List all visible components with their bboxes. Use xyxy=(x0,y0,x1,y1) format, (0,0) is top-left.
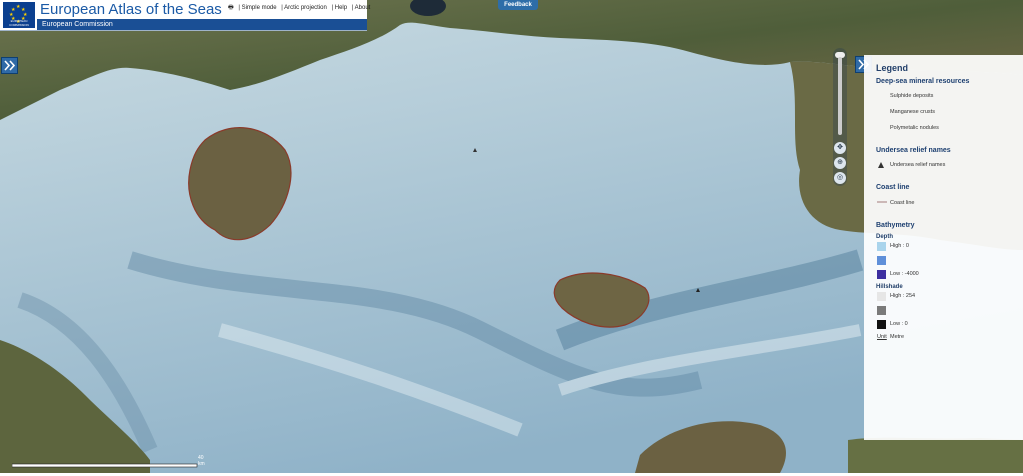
depth-low-label: Low : -4000 xyxy=(890,271,919,277)
hillshade-high-label: High : 254 xyxy=(890,293,916,299)
header-subtitle-bar: European Commission xyxy=(37,19,367,30)
legend-item-coast: Coast line xyxy=(890,200,915,206)
scale-bar-label: 40 km xyxy=(198,455,205,467)
legend-item-sulphide: Sulphide deposits xyxy=(890,93,934,99)
print-icon[interactable]: 🖶 xyxy=(228,5,234,11)
legend-hillshade-title: Hillshade xyxy=(876,284,903,290)
zoom-box-icon[interactable]: ⊕ xyxy=(834,157,846,169)
feedback-button[interactable]: Feedback xyxy=(498,0,538,10)
app-title: European Atlas of the Seas xyxy=(40,1,222,18)
logo-caption: EUROPEAN COMMISSION xyxy=(9,19,29,27)
depth-mid-swatch xyxy=(877,256,886,265)
legend-section-relief: Undersea relief names xyxy=(876,147,951,154)
legend-panel: Legend Deep-sea mineral resources Sulphi… xyxy=(864,55,1023,440)
about-link[interactable]: About xyxy=(355,5,371,11)
scale-bar-graphic xyxy=(11,463,198,468)
unit-value: Metre xyxy=(890,334,905,340)
full-extent-icon[interactable]: ◎ xyxy=(834,172,846,184)
pan-tool-icon[interactable]: ✥ xyxy=(834,142,846,154)
hillshade-high-swatch xyxy=(877,292,886,301)
app-header: ★ ★ ★ ★ ★ ★ ★ ★ EUROPEAN COMMISSION Euro… xyxy=(0,0,370,31)
unit-label: Unit xyxy=(877,334,887,340)
triangle-marker-icon xyxy=(878,162,884,168)
depth-high-label: High : 0 xyxy=(890,243,909,249)
hillshade-low-swatch xyxy=(877,320,886,329)
coast-line-icon xyxy=(877,201,887,203)
double-chevron-right-icon xyxy=(4,60,16,71)
hillshade-low-label: Low : 0 xyxy=(890,321,908,327)
legend-depth-title: Depth xyxy=(876,234,893,240)
legend-title: Legend xyxy=(876,63,909,73)
depth-high-swatch xyxy=(877,242,886,251)
expand-left-panel-button[interactable] xyxy=(1,57,18,74)
legend-section-minerals: Deep-sea mineral resources xyxy=(876,78,970,85)
depth-low-swatch xyxy=(877,270,886,279)
legend-section-bathymetry: Bathymetry xyxy=(876,222,915,229)
hillshade-mid-swatch xyxy=(877,306,886,315)
top-links: 🖶 | Simple mode | Arctic projection | He… xyxy=(228,5,371,11)
legend-item-nodules: Polymetalic nodules xyxy=(890,125,939,131)
eu-flag-logo-icon[interactable]: ★ ★ ★ ★ ★ ★ ★ ★ EUROPEAN COMMISSION xyxy=(3,2,35,28)
scale-bar: 40 km xyxy=(11,455,205,468)
legend-item-manganese: Manganese crusts xyxy=(890,109,935,115)
legend-item-relief: Undersea relief names xyxy=(890,162,946,168)
arctic-projection-link[interactable]: Arctic projection xyxy=(284,5,327,11)
simple-mode-link[interactable]: Simple mode xyxy=(242,5,277,11)
zoom-slider[interactable] xyxy=(838,57,842,135)
legend-section-coast: Coast line xyxy=(876,184,910,191)
help-link[interactable]: Help xyxy=(335,5,347,11)
